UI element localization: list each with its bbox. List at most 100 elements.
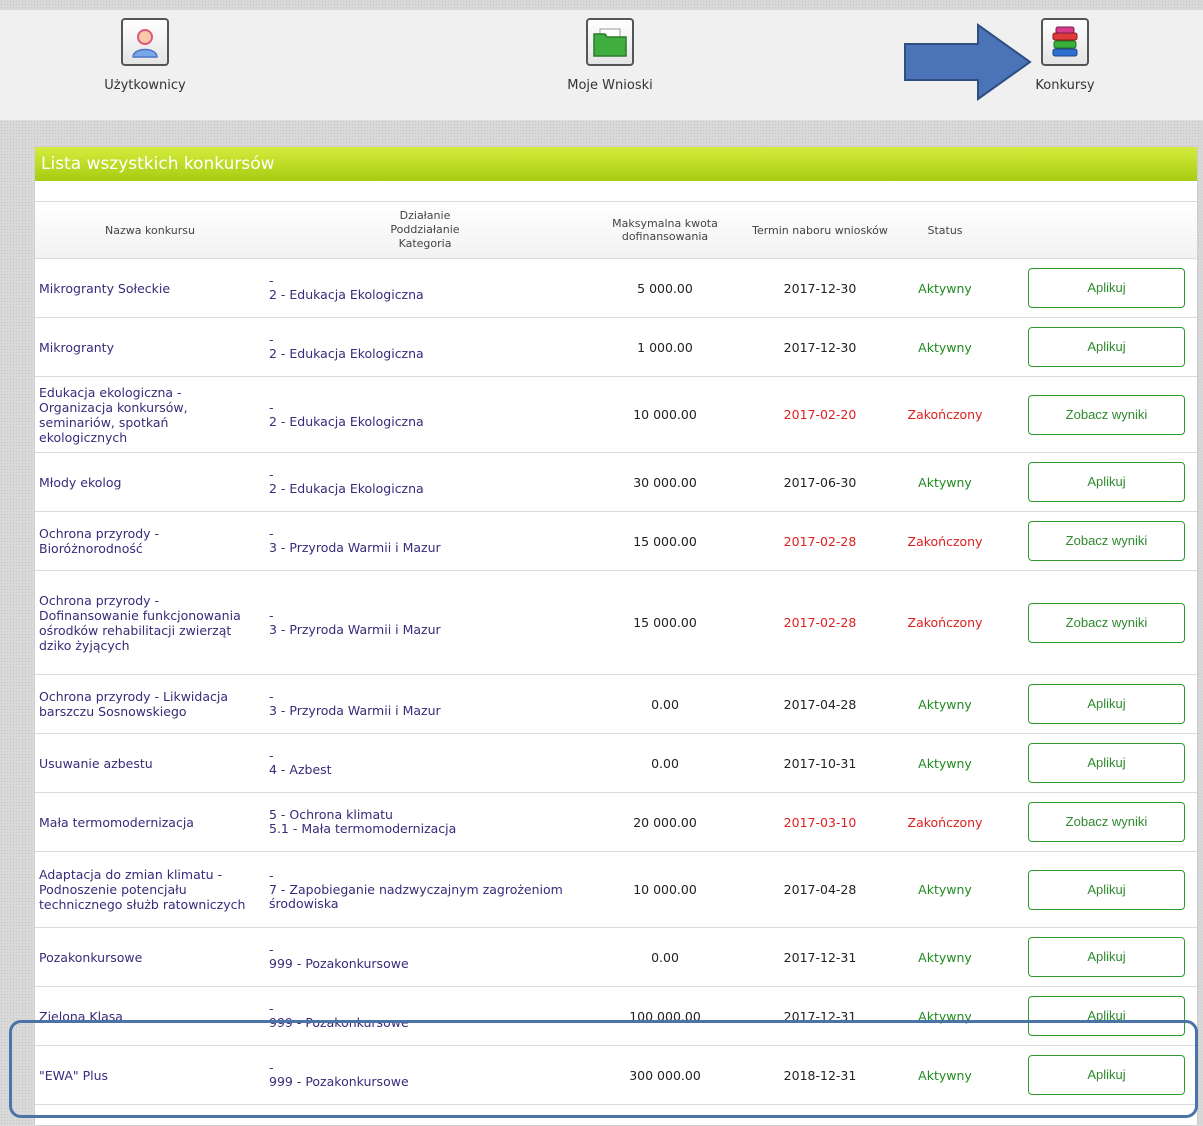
subaction-line: 999 - Pozakonkursowe: [269, 1015, 409, 1030]
apply-button[interactable]: Aplikuj: [1028, 1055, 1185, 1095]
status-badge: Aktywny: [918, 755, 972, 771]
apply-button[interactable]: Aplikuj: [1028, 268, 1185, 308]
subaction-line: 999 - Pozakonkursowe: [269, 1074, 409, 1089]
subaction-line: 2 - Edukacja Ekologiczna: [269, 287, 424, 302]
competition-name: Mikrogranty Sołeckie: [39, 280, 171, 296]
competition-name: Adaptacja do zmian klimatu - Podnoszenie…: [39, 867, 246, 912]
table-row: Mała termomodernizacja 5 - Ochrona klimat…: [35, 793, 1197, 852]
max-amount: 0.00: [651, 949, 679, 965]
apply-button[interactable]: Aplikuj: [1028, 996, 1185, 1036]
apply-button[interactable]: Aplikuj: [1028, 462, 1185, 502]
competition-name: Ochrona przyrody - Bioróżnorodność: [39, 526, 160, 556]
action-line: -: [269, 526, 274, 541]
competition-name: Ochrona przyrody - Likwidacja barszczu S…: [39, 689, 229, 719]
table-row: Mikrogranty -2 - Edukacja Ekologiczna 1 00…: [35, 318, 1197, 377]
nav-item-competitions[interactable]: Konkursy: [965, 18, 1165, 93]
max-amount: 5 000.00: [637, 280, 693, 296]
apply-button[interactable]: Aplikuj: [1028, 869, 1185, 910]
competition-action: -999 - Pozakonkursowe: [265, 1061, 585, 1089]
table-header: Nazwa konkursu Działanie Poddziałanie Ka…: [35, 202, 1197, 259]
subaction-line: 3 - Przyroda Warmii i Mazur: [269, 621, 441, 637]
action-line: -: [269, 399, 274, 415]
max-amount: 15 000.00: [633, 615, 697, 630]
competitions-panel: Lista wszystkich konkursów Nazwa konkurs…: [34, 146, 1198, 1126]
users-button[interactable]: [121, 18, 169, 66]
competition-action: -3 - Przyroda Warmii i Mazur: [265, 690, 585, 718]
max-amount: 10 000.00: [633, 407, 697, 422]
max-amount: 15 000.00: [633, 533, 697, 549]
action-line: -: [269, 942, 274, 957]
status-badge: Aktywny: [918, 280, 972, 296]
table-row: Ochrona przyrody - Likwidacja barszczu S…: [35, 675, 1197, 734]
books-icon: [1052, 26, 1078, 57]
deadline: 2017-12-31: [783, 1008, 857, 1024]
action-line: -: [269, 748, 274, 763]
competition-name: Ochrona przyrody - Dofinansowanie funkcj…: [39, 592, 241, 653]
competition-name: Zielona Klasa: [39, 1008, 123, 1024]
action-line: -: [269, 689, 274, 704]
applications-button[interactable]: [586, 18, 634, 66]
deadline: 2017-12-31: [783, 949, 857, 965]
competition-action: -7 - Zapobieganie nadzwyczajnym zagrożen…: [265, 868, 585, 911]
status-badge: Aktywny: [918, 696, 972, 712]
competition-action: -2 - Edukacja Ekologiczna: [265, 468, 585, 496]
subaction-line: 7 - Zapobieganie nadzwyczajnym zagrożeni…: [269, 881, 563, 911]
max-amount: 30 000.00: [633, 474, 697, 490]
action-line: -: [269, 273, 274, 288]
competition-action: 5 - Ochrona klimatu 5.1 - Mała termomoder…: [265, 808, 585, 836]
competition-action: -999 - Pozakonkursowe: [265, 943, 585, 971]
status-badge: Zakończony: [907, 407, 983, 422]
table-body: Mikrogranty Sołeckie -2 - Edukacja Ekolog…: [35, 259, 1197, 1105]
status-badge: Zakończony: [907, 615, 983, 630]
deadline: 2017-04-28: [783, 696, 857, 712]
view-results-button[interactable]: Zobacz wyniki: [1028, 521, 1185, 561]
nav-item-users[interactable]: Użytkownicy: [45, 18, 245, 93]
competition-action: -2 - Edukacja Ekologiczna: [265, 399, 585, 429]
max-amount: 100 000.00: [629, 1008, 701, 1024]
subaction-line: 3 - Przyroda Warmii i Mazur: [269, 540, 441, 555]
max-amount: 0.00: [651, 696, 679, 712]
deadline: 2017-02-20: [783, 407, 857, 422]
apply-button[interactable]: Aplikuj: [1028, 327, 1185, 367]
action-line: -: [269, 1001, 274, 1016]
table-row: Usuwanie azbestu -4 - Azbest 0.00 2017-10-3…: [35, 734, 1197, 793]
top-navigation: Użytkownicy Moje Wnioski Konkursy: [0, 10, 1203, 121]
view-results-button[interactable]: Zobacz wyniki: [1028, 802, 1185, 842]
table-row: Adaptacja do zmian klimatu - Podnoszenie…: [35, 852, 1197, 928]
table-row: Młody ekolog -2 - Edukacja Ekologiczna 30 …: [35, 453, 1197, 512]
status-badge: Aktywny: [918, 339, 972, 355]
user-icon: [132, 29, 158, 58]
header-amount: Maksymalna kwota dofinansowania: [612, 217, 718, 243]
competition-action: -3 - Przyroda Warmii i Mazur: [265, 527, 585, 555]
competitions-button[interactable]: [1041, 18, 1089, 66]
view-results-button[interactable]: Zobacz wyniki: [1028, 602, 1185, 643]
view-results-button[interactable]: Zobacz wyniki: [1028, 394, 1185, 435]
table-row: Mikrogranty Sołeckie -2 - Edukacja Ekolog…: [35, 259, 1197, 318]
apply-button[interactable]: Aplikuj: [1028, 743, 1185, 783]
header-name: Nazwa konkursu: [105, 223, 195, 237]
competition-name: Mikrogranty: [39, 339, 114, 355]
competition-action: -3 - Przyroda Warmii i Mazur: [265, 608, 585, 637]
status-badge: Aktywny: [918, 474, 972, 490]
competition-name: Młody ekolog: [39, 474, 122, 490]
nav-item-applications[interactable]: Moje Wnioski: [510, 18, 710, 93]
deadline: 2017-03-10: [783, 814, 857, 830]
competition-name: "EWA" Plus: [39, 1067, 109, 1083]
apply-button[interactable]: Aplikuj: [1028, 684, 1185, 724]
deadline: 2017-12-30: [783, 339, 857, 355]
deadline: 2017-02-28: [783, 533, 857, 549]
competition-name: Usuwanie azbestu: [39, 755, 153, 771]
deadline: 2017-12-30: [783, 280, 857, 296]
status-badge: Aktywny: [918, 1008, 972, 1024]
nav-label-competitions: Konkursy: [1035, 78, 1095, 93]
deadline: 2018-12-31: [783, 1067, 857, 1083]
apply-button[interactable]: Aplikuj: [1028, 937, 1185, 977]
header-deadline: Termin naboru wniosków: [752, 223, 888, 237]
status-badge: Zakończony: [907, 533, 983, 549]
subaction-line: 999 - Pozakonkursowe: [269, 956, 409, 971]
table-row: Zielona Klasa -999 - Pozakonkursowe 100 00…: [35, 987, 1197, 1046]
nav-label-users: Użytkownicy: [104, 78, 186, 93]
table-row: Ochrona przyrody - Bioróżnorodność -3 - P…: [35, 512, 1197, 571]
deadline: 2017-06-30: [783, 474, 857, 490]
action-line: -: [269, 332, 274, 347]
